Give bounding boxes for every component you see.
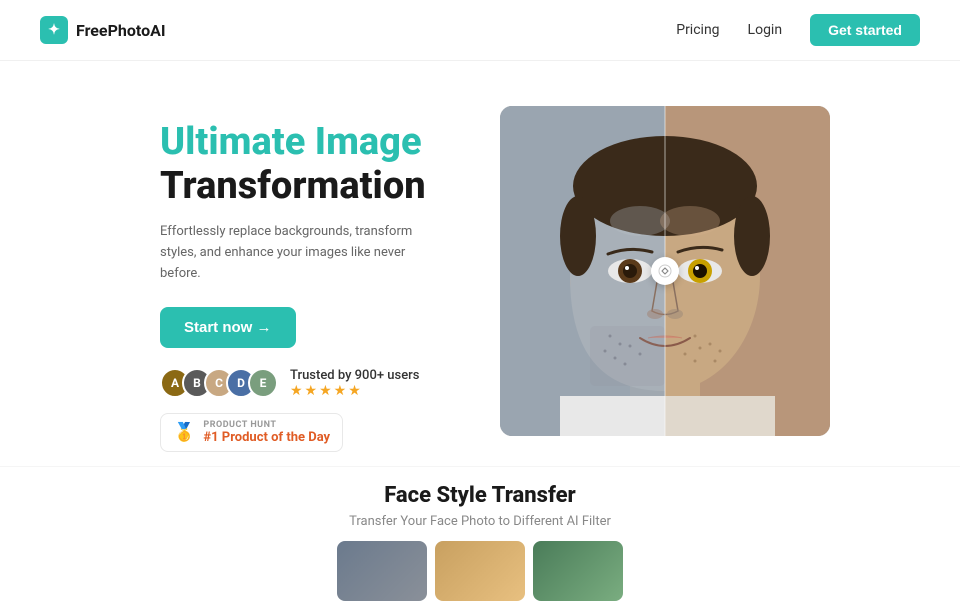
nav-links: Pricing Login Get started xyxy=(676,14,920,46)
hero-text: Ultimate Image Transformation Effortless… xyxy=(160,101,460,452)
trust-text: Trusted by 900+ users xyxy=(290,368,419,383)
nav-login[interactable]: Login xyxy=(748,22,783,38)
navbar: ✦ FreePhotoAI Pricing Login Get started xyxy=(0,0,960,61)
logo-icon: ✦ xyxy=(40,16,68,44)
ph-text: PRODUCT HUNT #1 Product of the Day xyxy=(203,420,330,445)
hero-title: Ultimate Image Transformation xyxy=(160,121,460,208)
hero-title-dark: Transformation xyxy=(160,164,426,208)
avatar-group: A B C D E xyxy=(160,368,278,398)
hero-section: Ultimate Image Transformation Effortless… xyxy=(0,61,960,466)
thumbnail-1 xyxy=(337,541,427,601)
ph-title: #1 Product of the Day xyxy=(203,430,330,445)
thumbnail-2 xyxy=(435,541,525,601)
logo-text: FreePhotoAI xyxy=(76,21,166,40)
hero-subtitle: Effortlessly replace backgrounds, transf… xyxy=(160,222,430,284)
trust-info: Trusted by 900+ users ★★★★★ xyxy=(290,368,419,399)
get-started-button[interactable]: Get started xyxy=(810,14,920,46)
medal-icon: 🥇 xyxy=(173,422,195,443)
product-hunt-badge: 🥇 PRODUCT HUNT #1 Product of the Day xyxy=(160,413,343,452)
thumbnail-row xyxy=(40,541,920,601)
split-icon xyxy=(658,264,672,278)
bottom-subtitle: Transfer Your Face Photo to Different AI… xyxy=(40,514,920,529)
trust-area: A B C D E Trusted by 900+ users ★★★★★ xyxy=(160,368,460,399)
start-now-button[interactable]: Start now → xyxy=(160,307,296,348)
bottom-title: Face Style Transfer xyxy=(40,483,920,508)
logo-area: ✦ FreePhotoAI xyxy=(40,16,166,44)
nav-pricing[interactable]: Pricing xyxy=(676,22,719,38)
hero-title-accent: Ultimate Image xyxy=(160,120,422,164)
star-rating: ★★★★★ xyxy=(290,383,419,399)
ph-label: PRODUCT HUNT xyxy=(203,420,330,430)
bottom-section: Face Style Transfer Transfer Your Face P… xyxy=(0,466,960,611)
split-handle xyxy=(651,257,679,285)
thumbnail-3 xyxy=(533,541,623,601)
hero-image xyxy=(500,106,830,436)
avatar: E xyxy=(248,368,278,398)
